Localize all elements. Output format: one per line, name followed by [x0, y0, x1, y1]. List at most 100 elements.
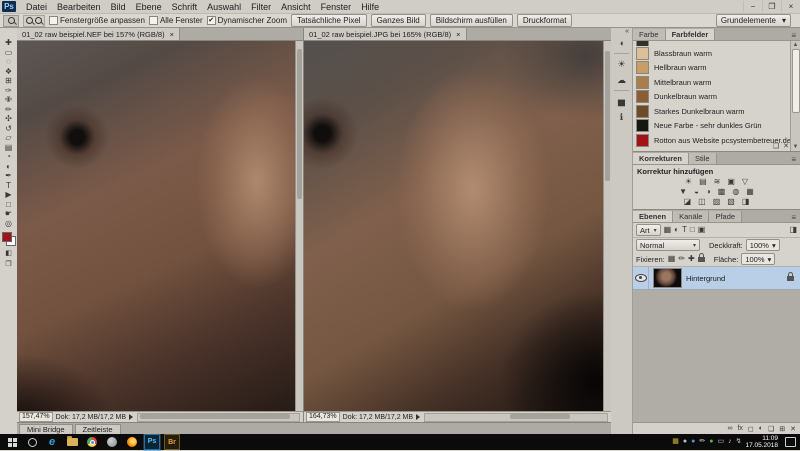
visibility-cell[interactable] — [633, 267, 649, 289]
scrollbar-thumb[interactable] — [297, 49, 302, 199]
scroll-down-icon[interactable]: ▼ — [791, 143, 800, 151]
scroll-up-icon[interactable]: ▲ — [791, 41, 800, 49]
layer-filter-type-dropdown[interactable]: Art ▾ — [636, 224, 661, 236]
panel-menu-icon[interactable]: ≡ — [787, 213, 800, 222]
status-menu-arrow-icon[interactable] — [129, 414, 134, 420]
healing-brush-tool[interactable]: ✙ — [1, 95, 16, 105]
druckformat-button[interactable]: Druckformat — [516, 14, 573, 27]
globe-icon[interactable]: ● — [683, 438, 687, 446]
scrollbar-thumb[interactable] — [792, 49, 800, 113]
cloud-icon[interactable]: ☁ — [613, 73, 630, 87]
lock-transparency-icon[interactable]: ▦ — [668, 253, 676, 265]
clone-stamp-tool[interactable]: ✣ — [1, 114, 16, 124]
adj-color-lookup-icon[interactable]: ▦ — [746, 187, 754, 197]
zoom-tool-preset[interactable] — [3, 14, 19, 27]
zoom-level-field[interactable]: 164,73% — [306, 412, 340, 422]
adj-brightness-contrast-icon[interactable]: ☀ — [685, 177, 692, 187]
layer-row-hintergrund[interactable]: Hintergrund — [633, 267, 800, 290]
type-tool[interactable]: T — [1, 181, 16, 191]
adj-levels-icon[interactable]: ▤ — [699, 177, 707, 187]
shield-icon[interactable]: ● — [709, 438, 713, 446]
marquee-tool[interactable]: ▭ — [1, 48, 16, 58]
adj-black-white-icon[interactable]: ◑ — [706, 187, 711, 197]
tab-kanaele[interactable]: Kanäle — [673, 211, 710, 222]
color-swatch[interactable] — [636, 75, 649, 89]
checkbox-box[interactable] — [148, 16, 158, 25]
swatch-row[interactable]: Dunkelbraun warm — [633, 90, 791, 105]
swatch-row[interactable]: Blassbraun warm — [633, 46, 791, 61]
menu-schrift[interactable]: Schrift — [167, 2, 203, 12]
menu-bild[interactable]: Bild — [106, 2, 131, 12]
start-button[interactable] — [3, 434, 21, 450]
gray-app-button[interactable] — [103, 434, 121, 450]
panel-menu-icon[interactable]: ≡ — [787, 155, 800, 164]
clone-source-icon[interactable]: ◖ — [613, 36, 630, 50]
horizontal-scrollbar[interactable] — [424, 412, 608, 422]
color-swatch[interactable] — [636, 104, 649, 118]
move-tool[interactable]: ✚ — [1, 38, 16, 48]
menu-auswahl[interactable]: Auswahl — [202, 2, 246, 12]
adj-color-balance-icon[interactable]: ◒ — [694, 187, 699, 197]
filter-adjustment-layers-icon[interactable]: ◐ — [674, 224, 679, 236]
quick-mask-button[interactable]: ◧ — [5, 249, 12, 257]
checkbox-alle-fenster[interactable]: Alle Fenster — [148, 16, 203, 25]
layer-group-icon[interactable]: ❑ — [768, 425, 774, 433]
tab-farbfelder[interactable]: Farbfelder — [665, 29, 716, 40]
eyedropper-tool[interactable]: ✑ — [1, 86, 16, 96]
display-icon[interactable]: ▭ — [717, 438, 724, 446]
new-layer-icon[interactable]: ⊞ — [779, 425, 785, 433]
adjustment-layer-icon[interactable]: ◐ — [759, 425, 763, 432]
menu-datei[interactable]: Datei — [21, 2, 52, 12]
adj-gradient-map-icon[interactable]: ◨ — [742, 197, 750, 207]
filter-shape-layers-icon[interactable]: □ — [690, 224, 695, 236]
quick-selection-tool[interactable]: ❖ — [1, 67, 16, 77]
foreground-background-colors[interactable] — [1, 232, 16, 246]
mini-bridge-tab[interactable]: Mini Bridge — [19, 424, 73, 434]
checkbox-fenstergroesse[interactable]: Fenstergröße anpassen — [49, 16, 145, 25]
checkbox-dynamischer-zoom[interactable]: ✔ Dynamischer Zoom — [206, 16, 287, 25]
link-layers-icon[interactable]: ∞ — [727, 425, 732, 432]
chrome-button[interactable] — [83, 434, 101, 450]
checkbox-box[interactable] — [49, 16, 58, 25]
adj-invert-icon[interactable]: ◪ — [684, 197, 692, 207]
bridge-button[interactable]: Br — [163, 434, 181, 450]
close-tab-icon[interactable]: × — [456, 30, 460, 39]
minimize-button[interactable]: − — [743, 1, 762, 12]
layer-thumbnail[interactable] — [653, 268, 682, 288]
search-button[interactable] — [23, 434, 41, 450]
new-swatch-icon[interactable]: ❑ — [773, 142, 779, 150]
action-center-icon[interactable] — [785, 437, 796, 447]
histogram-icon[interactable]: ▅ — [613, 94, 630, 108]
vertical-scrollbar[interactable] — [295, 41, 303, 411]
status-menu-arrow-icon[interactable] — [416, 414, 421, 420]
delete-layer-icon[interactable]: ✕ — [790, 425, 796, 433]
bildschirm-ausfuellen-button[interactable]: Bildschirm ausfüllen — [429, 14, 513, 27]
volume-icon[interactable]: ♪ — [728, 438, 732, 446]
layer-effects-icon[interactable]: fx — [737, 425, 742, 432]
swatch-row[interactable]: Mittelbraun warm — [633, 75, 791, 90]
edge-button[interactable]: e — [43, 434, 61, 450]
swatch-row[interactable]: Rotton aus Website pcsystembetreuer.de — [633, 133, 791, 148]
blur-tool[interactable]: ◔ — [1, 152, 16, 162]
tab-farbe[interactable]: Farbe — [633, 29, 666, 40]
scrollbar-thumb[interactable] — [605, 51, 610, 181]
canvas-nef[interactable] — [17, 41, 303, 411]
history-brush-tool[interactable]: ↺ — [1, 124, 16, 134]
lock-position-icon[interactable]: ✚ — [688, 253, 695, 265]
color-swatch[interactable] — [636, 41, 649, 46]
menu-fenster[interactable]: Fenster — [316, 2, 357, 12]
tab-pfade[interactable]: Pfade — [709, 211, 743, 222]
blend-mode-dropdown[interactable]: Normal ▾ — [636, 239, 700, 251]
skype-icon[interactable]: ● — [691, 438, 695, 446]
menu-hilfe[interactable]: Hilfe — [356, 2, 384, 12]
collapse-panels-icon[interactable]: « — [622, 28, 632, 35]
restore-button[interactable]: ❐ — [762, 1, 781, 12]
zoom-level-field[interactable]: 157,47% — [19, 412, 53, 422]
tatsaechliche-pixel-button[interactable]: Tatsächliche Pixel — [290, 14, 367, 27]
eye-icon[interactable] — [634, 274, 647, 282]
filter-smart-object-icon[interactable]: ▣ — [698, 224, 706, 236]
panel-menu-icon[interactable]: ≡ — [787, 31, 800, 40]
connector-icon[interactable]: ↯ — [736, 438, 742, 446]
layer-filter-toggle-icon[interactable]: ◨ — [789, 224, 797, 236]
filter-pixel-layers-icon[interactable]: ▦ — [664, 224, 672, 236]
